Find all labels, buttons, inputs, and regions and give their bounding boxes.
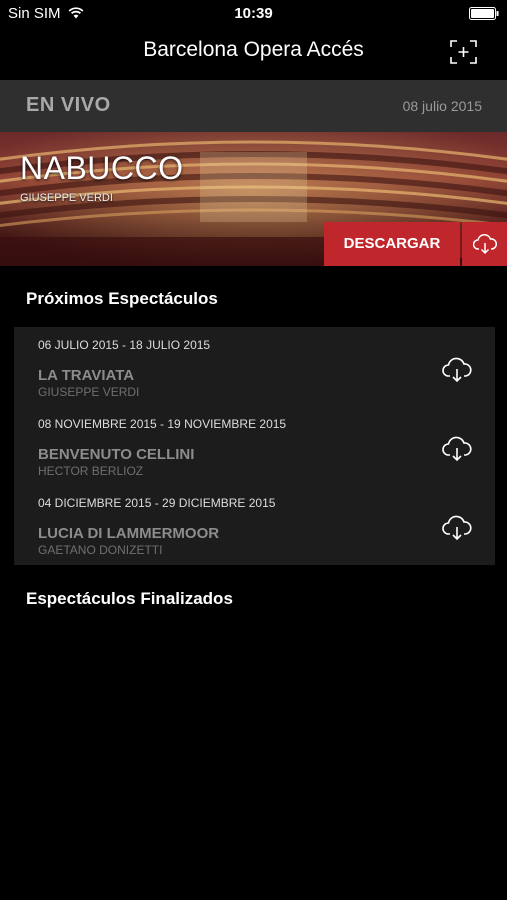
live-event-hero[interactable]: NABUCCO GIUSEPPE VERDI DESCARGAR	[0, 132, 507, 266]
cloud-download-icon[interactable]	[442, 436, 472, 462]
battery-icon	[469, 7, 499, 20]
list-item[interactable]: 04 DICIEMBRE 2015 - 29 DICIEMBRE 2015 LU…	[14, 485, 495, 564]
list-item[interactable]: 08 NOVIEMBRE 2015 - 19 NOVIEMBRE 2015 BE…	[14, 406, 495, 485]
event-title: BENVENUTO CELLINI	[38, 446, 195, 463]
event-title: LA TRAVIATA	[38, 367, 135, 384]
upcoming-heading: Próximos Espectáculos	[26, 289, 218, 308]
cloud-download-icon[interactable]	[442, 515, 472, 541]
list-item[interactable]: 06 JULIO 2015 - 18 JULIO 2015 LA TRAVIAT…	[14, 327, 495, 406]
event-composer: HECTOR BERLIOZ	[38, 464, 144, 478]
live-date: 08 julio 2015	[402, 98, 482, 114]
status-bar: Sin SIM 10:39	[0, 0, 507, 28]
app-title: Barcelona Opera Accés	[143, 38, 364, 61]
navigation-bar: Barcelona Opera Accés	[0, 28, 507, 78]
finished-heading[interactable]: Espectáculos Finalizados	[26, 589, 233, 609]
download-button-label: DESCARGAR	[343, 235, 441, 252]
event-composer: GAETANO DONIZETTI	[38, 543, 163, 557]
live-event-composer: GIUSEPPE VERDI	[20, 192, 113, 204]
event-dates: 04 DICIEMBRE 2015 - 29 DICIEMBRE 2015	[38, 496, 276, 510]
live-event-title: NABUCCO	[20, 150, 184, 186]
event-dates: 08 NOVIEMBRE 2015 - 19 NOVIEMBRE 2015	[38, 417, 287, 431]
download-button[interactable]: DESCARGAR	[324, 222, 460, 266]
download-icon-button[interactable]	[462, 222, 507, 266]
upcoming-list: 06 JULIO 2015 - 18 JULIO 2015 LA TRAVIAT…	[14, 327, 495, 565]
live-section-header: EN VIVO 08 julio 2015	[0, 80, 507, 132]
event-composer: GIUSEPPE VERDI	[38, 385, 140, 399]
status-time: 10:39	[234, 5, 273, 22]
expand-icon[interactable]	[450, 40, 477, 64]
cloud-download-icon[interactable]	[442, 357, 472, 383]
event-title: LUCIA DI LAMMERMOOR	[38, 525, 220, 542]
live-label: EN VIVO	[26, 94, 111, 116]
cloud-download-icon	[473, 233, 497, 255]
event-dates: 06 JULIO 2015 - 18 JULIO 2015	[38, 338, 211, 352]
